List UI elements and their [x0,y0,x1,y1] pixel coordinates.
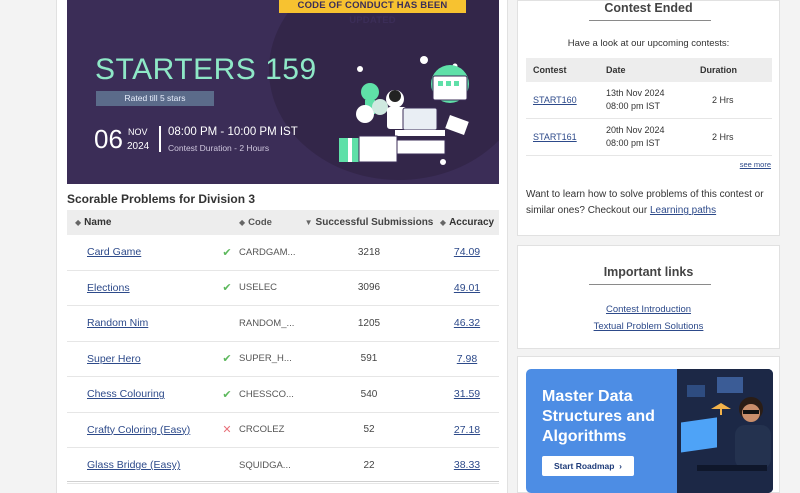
problem-row: Card Game ✔ CARDGAM... 3218 74.09 [67,235,499,271]
problem-link[interactable]: Super Hero [87,353,141,365]
code-column-header[interactable]: ◆ Code [239,217,303,228]
sort-icon: ◆ [75,218,82,227]
successful-count: 52 [363,424,375,436]
sort-icon: ◆ [239,218,246,227]
upcoming-time: 08:00 pm IST [606,138,661,148]
problems-table: ◆ Name ◆ Code ▼ Successful Submissions ◆ Acc… [67,210,499,484]
duration-column-header: Duration [700,65,737,75]
upcoming-contest-row: START161 20th Nov 2024 08:00 pm IST 2 Hrs [526,119,772,156]
successful-count: 591 [360,353,378,365]
see-more-link[interactable]: see more [740,160,771,169]
learning-paths-link[interactable]: Learning paths [650,205,716,216]
problem-row: Glass Bridge (Easy) SQUIDGA... 22 38.33 [67,448,499,484]
problem-code: CARDGAM... [239,246,296,258]
problem-code: RANDOM_... [239,317,295,329]
learning-paths-text: Want to learn how to solve problems of t… [526,189,764,216]
accuracy-link[interactable]: 46.32 [454,317,480,329]
name-column-header[interactable]: ◆ Name [67,217,215,228]
problem-code: CHESSCO... [239,388,294,400]
problem-code: USELEC [239,282,278,294]
problem-link[interactable]: Random Nim [87,317,148,329]
successful-count: 22 [363,459,375,471]
accuracy-link[interactable]: 74.09 [454,246,480,258]
problem-row: Crafty Coloring (Easy) ✕ CRCOLEZ 52 27.1… [67,413,499,448]
upcoming-contest-link[interactable]: START161 [533,132,577,142]
solved-check-icon: ✔ [222,246,232,259]
problem-code: SQUIDGA... [239,459,291,471]
contest-ended-title: Contest Ended [604,1,693,15]
problem-link[interactable]: Crafty Coloring (Easy) [87,424,190,436]
title-underline [589,20,711,21]
accuracy-link[interactable]: 49.01 [454,282,480,294]
conduct-notice-badge[interactable]: CODE OF CONDUCT HAS BEEN UPDATED [279,0,466,26]
contest-column-header: Contest [533,65,567,75]
accuracy-link[interactable]: 31.59 [454,388,480,400]
upcoming-duration: 2 Hrs [712,95,734,105]
table-bottom-divider [67,481,499,482]
coder-illustration-icon [339,56,469,165]
upcoming-duration: 2 Hrs [712,132,734,142]
sort-desc-icon: ▼ [304,218,313,227]
problem-row: Random Nim RANDOM_... 1205 46.32 [67,306,499,342]
upcoming-table-header: Contest Date Duration [526,58,772,82]
contest-main-panel: CODE OF CONDUCT HAS BEEN UPDATED STARTER… [56,0,508,493]
accuracy-link[interactable]: 7.98 [457,353,477,365]
problem-link[interactable]: Card Game [87,246,141,258]
solved-check-icon: ✔ [222,353,232,366]
problems-section-title: Scorable Problems for Division 3 [67,192,256,206]
date-separator [159,126,161,152]
upcoming-date: 20th Nov 2024 [606,125,665,135]
important-links-title: Important links [603,265,694,279]
problem-code: SUPER_H... [239,353,292,365]
chevron-right-icon: › [616,461,623,471]
contest-duration: Contest Duration - 2 Hours [168,143,270,153]
upcoming-contest-row: START160 13th Nov 2024 08:00 pm IST 2 Hrs [526,82,772,119]
accuracy-link[interactable]: 27.18 [454,424,480,436]
upcoming-contest-link[interactable]: START160 [533,95,577,105]
important-links-card: Important links Contest Introduction Tex… [517,245,780,349]
dsa-roadmap-banner[interactable]: Master Data Structures and Algorithms St… [526,369,773,493]
start-roadmap-button[interactable]: Start Roadmap › [542,456,634,476]
upcoming-time: 08:00 pm IST [606,101,661,111]
date-column-header: Date [606,64,626,75]
contest-name: STARTERS 159 [95,53,317,86]
successful-count: 540 [360,388,378,400]
sort-icon: ◆ [439,218,447,227]
problem-row: Super Hero ✔ SUPER_H... 591 7.98 [67,342,499,377]
promo-card: Master Data Structures and Algorithms St… [517,356,780,493]
solved-check-icon: ✔ [222,388,232,401]
successful-column-header[interactable]: ▼ Successful Submissions [303,217,435,228]
upcoming-contests-text: Have a look at our upcoming contests: [567,38,730,49]
accuracy-column-header[interactable]: ◆ Accuracy [435,217,499,228]
upcoming-contests-table: Contest Date Duration START160 13th Nov … [526,58,772,156]
problems-table-header: ◆ Name ◆ Code ▼ Successful Submissions ◆ Acc… [67,210,499,235]
problem-code: CRCOLEZ [239,424,285,436]
successful-count: 3218 [357,246,381,258]
accuracy-link[interactable]: 38.33 [454,459,480,471]
solved-check-icon: ✔ [222,282,232,295]
contest-day: 06 [94,124,123,154]
contest-year: 2024 [127,141,150,152]
problem-link[interactable]: Glass Bridge (Easy) [87,459,180,471]
contest-banner: CODE OF CONDUCT HAS BEEN UPDATED STARTER… [67,0,499,184]
contest-month: NOV [128,127,148,137]
contest-introduction-link[interactable]: Contest Introduction [518,304,779,315]
promo-headline: Master Data Structures and Algorithms [542,388,655,445]
successful-count: 1205 [357,317,381,329]
upcoming-date: 13th Nov 2024 [606,88,665,98]
successful-count: 3096 [357,282,381,294]
problem-link[interactable]: Chess Colouring [87,388,165,400]
contest-time-range: 08:00 PM - 10:00 PM IST [168,126,298,138]
wrong-cross-icon: ✕ [222,424,232,437]
problem-row: Chess Colouring ✔ CHESSCO... 540 31.59 [67,377,499,413]
problem-link[interactable]: Elections [87,282,130,294]
problem-solutions-link[interactable]: Textual Problem Solutions [518,321,779,332]
problem-row: Elections ✔ USELEC 3096 49.01 [67,271,499,306]
rated-badge: Rated till 5 stars [96,91,214,106]
contest-ended-card: Contest Ended Have a look at our upcomin… [517,0,780,236]
title-underline [589,284,711,285]
